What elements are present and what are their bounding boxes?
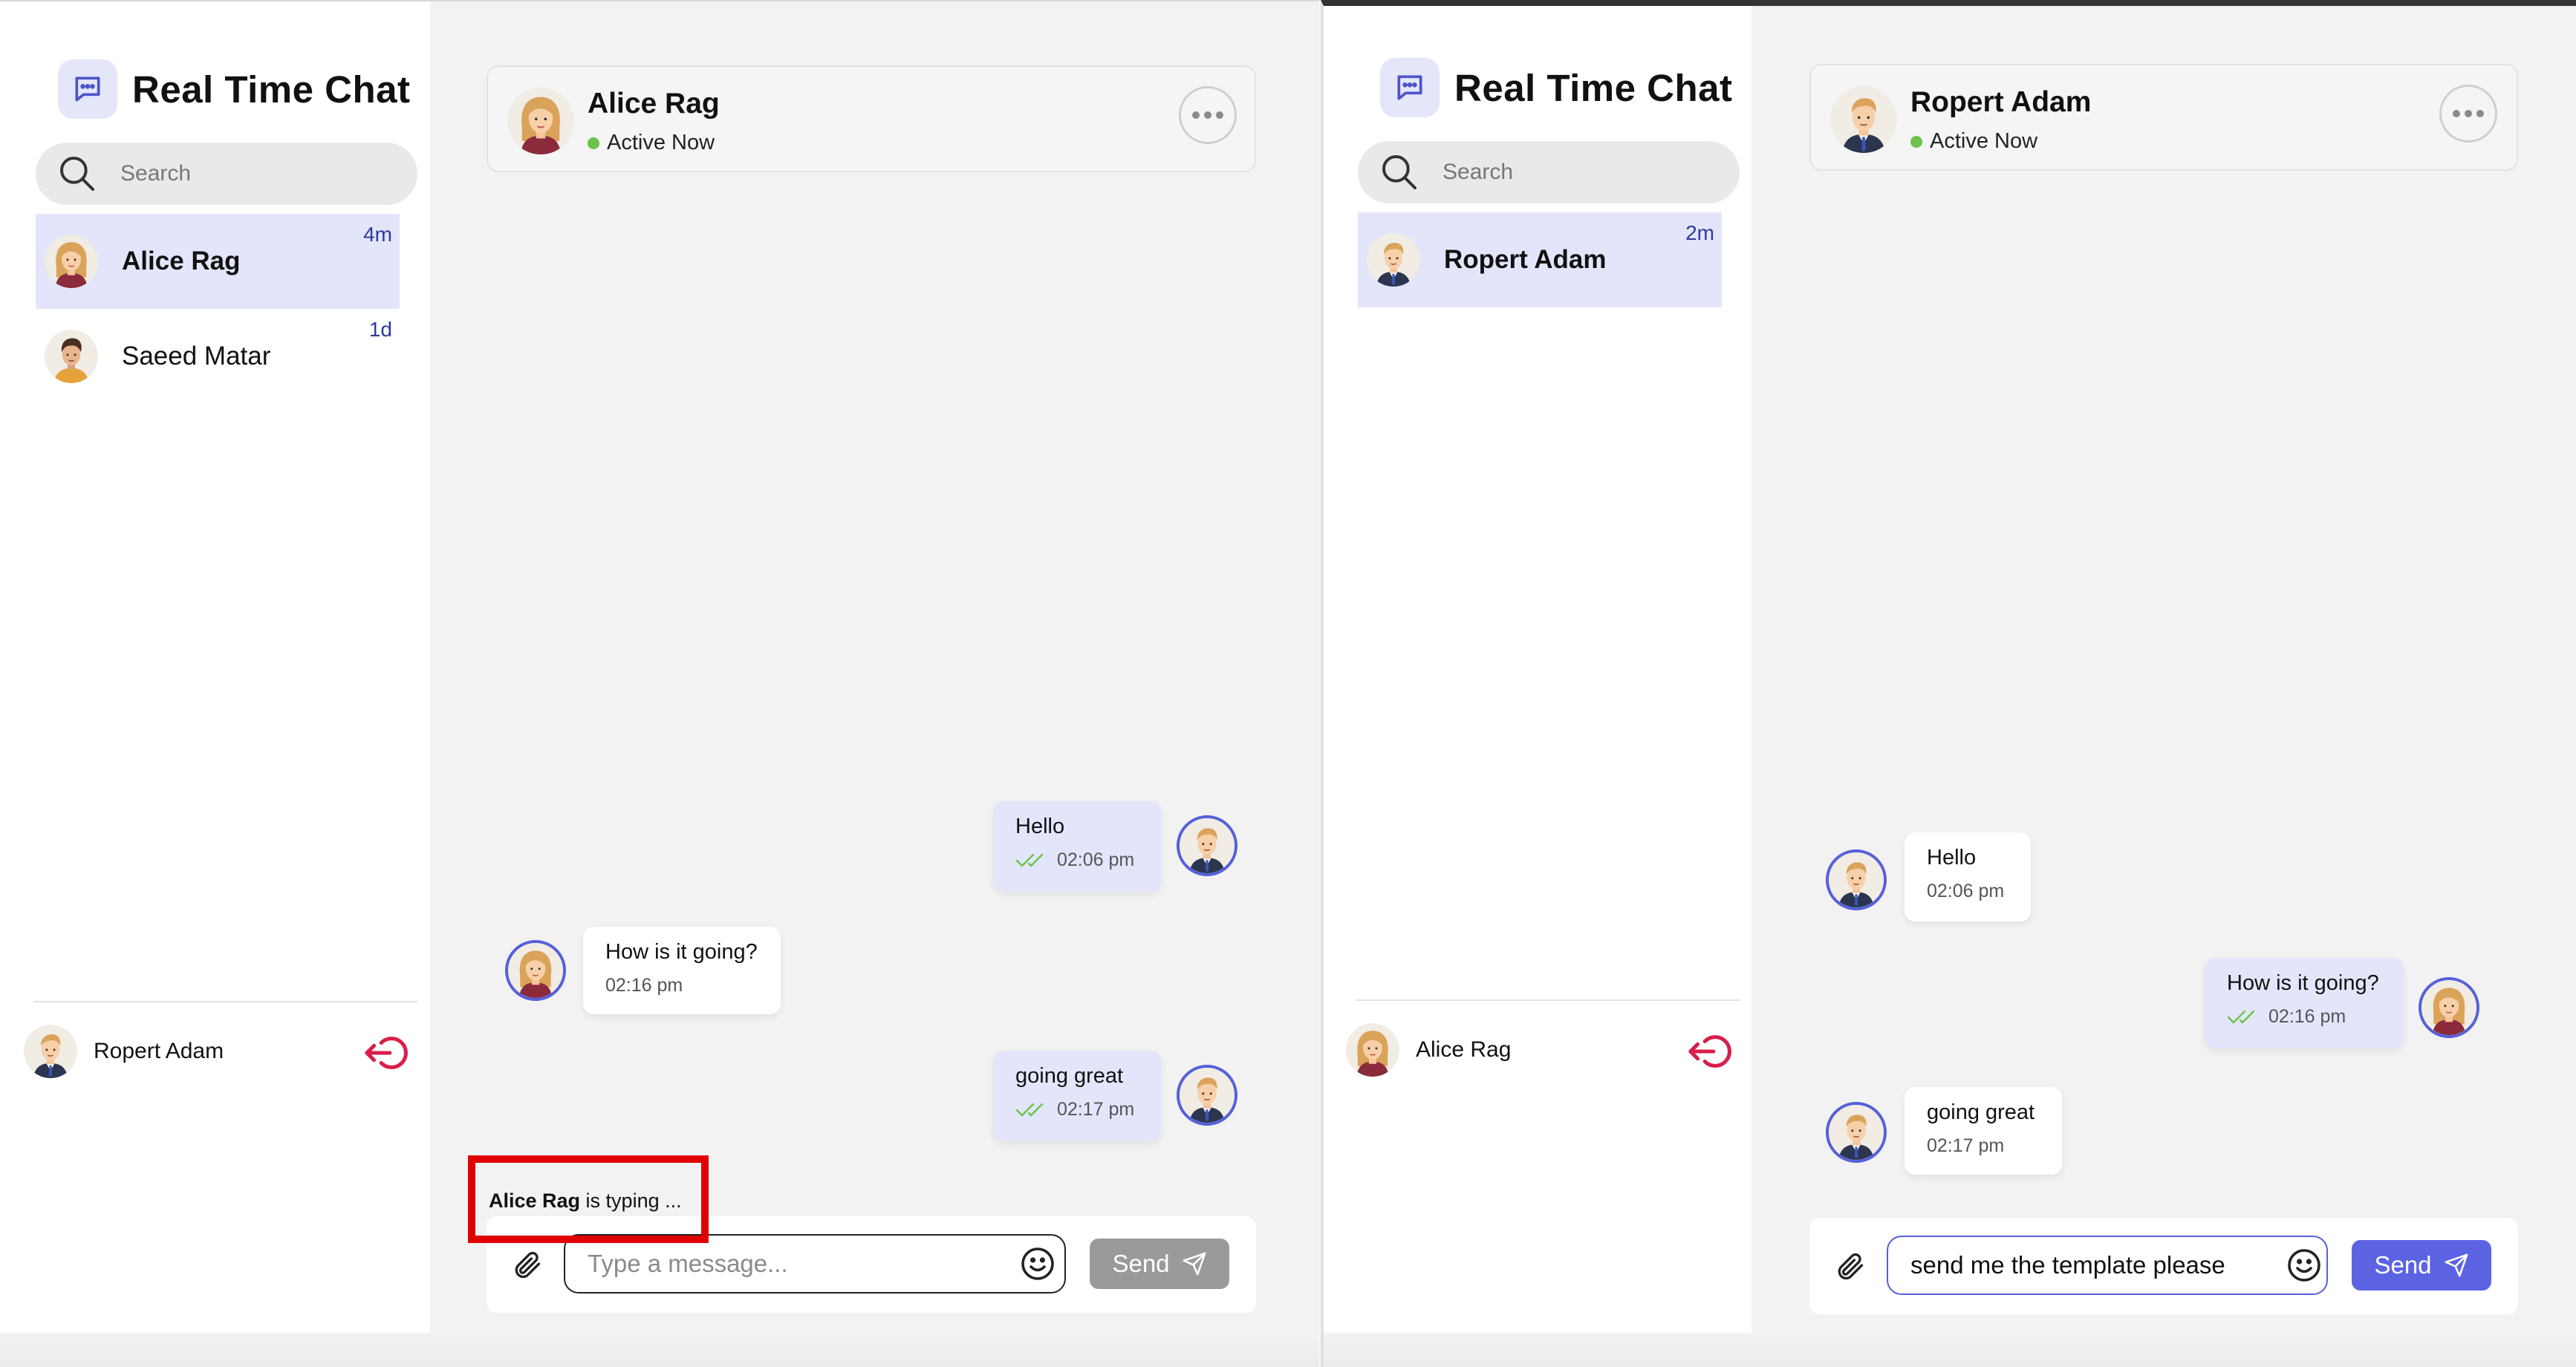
male-suit-avatar [1830,86,1897,153]
message-text: How is it going? [605,940,758,964]
send-label: Send [2374,1251,2432,1279]
presence-status: Active Now [1910,129,2037,154]
message-composer: Send [1809,1218,2518,1314]
message-input[interactable] [1887,1236,2328,1295]
message-bubble-outgoing: How is it going? 02:16 pm [2205,958,2404,1048]
status-text: Active Now [607,131,715,154]
message-bubble-incoming: going great 02:17 pm [1905,1087,2062,1175]
send-label: Send [1112,1250,1170,1277]
female-avatar [2419,977,2479,1038]
more-options-icon[interactable] [2439,85,2497,143]
chat-partner-name: Alice Rag [588,88,720,120]
contact-time: 1d [368,318,392,341]
app-title: Real Time Chat [132,68,411,111]
female-avatar [507,88,574,154]
send-arrow-icon [2445,1253,2468,1277]
contact-name: Saeed Matar [122,342,271,371]
double-check-icon [2227,1010,2255,1024]
message-bubble-incoming: How is it going? 02:16 pm [583,927,781,1014]
typing-user-name: Alice Rag [489,1190,581,1212]
chat-header: Alice Rag Active Now [487,65,1256,172]
chat-bubble-icon [58,59,117,119]
message-time: 02:16 pm [2268,1006,2346,1027]
contact-name: Ropert Adam [1444,245,1607,274]
search-input[interactable] [120,161,403,186]
contact-item-saeed-matar[interactable]: Saeed Matar 1d [36,309,400,404]
app-title: Real Time Chat [1454,66,1733,109]
presence-status: Active Now [588,131,715,155]
male-suit-avatar [24,1025,77,1078]
divider [1356,999,1740,1001]
divider [34,1001,417,1002]
male-avatar [45,330,98,383]
search-icon [1382,155,1417,189]
contact-time: 4m [363,223,392,246]
chat-bubble-icon [1380,58,1440,117]
current-user: Ropert Adam [24,1025,224,1078]
paperclip-icon[interactable] [510,1247,543,1282]
current-user-name: Ropert Adam [94,1039,224,1063]
window-bottom-edge [0,1333,1319,1367]
chat-panel: Ropert Adam Active Now Hello 02:06 pm Ho… [1752,6,2576,1367]
send-button[interactable]: Send [1090,1239,1229,1289]
message-text: How is it going? [2227,971,2379,995]
brand: Real Time Chat [58,59,411,119]
message-bubble-incoming: Hello 02:06 pm [1905,832,2031,921]
status-text: Active Now [1930,129,2038,153]
current-user: Alice Rag [1346,1023,1511,1077]
male-suit-avatar [1826,1102,1887,1163]
logout-icon[interactable] [1688,1031,1734,1072]
message-input[interactable] [564,1234,1066,1293]
typing-indicator: Alice Rag is typing ... [468,1155,709,1243]
male-suit-avatar [1177,1065,1237,1126]
current-user-name: Alice Rag [1416,1037,1512,1062]
message-text: going great [1015,1064,1124,1088]
male-suit-avatar [1826,849,1887,910]
chat-header: Ropert Adam Active Now [1809,64,2518,171]
double-check-icon [1015,853,1044,867]
online-dot-icon [588,137,599,149]
online-dot-icon [1910,135,1922,148]
chat-window-right: Real Time Chat Ropert Adam 2m Alice Rag … [1321,0,2576,1367]
message-time: 02:06 pm [1057,849,1135,870]
double-check-icon [1015,1103,1044,1117]
contact-name: Alice Rag [122,247,241,275]
message-time: 02:06 pm [1927,881,2005,901]
sidebar: Real Time Chat Alice Rag 4m Saeed Matar … [0,1,430,1367]
paperclip-icon[interactable] [1833,1249,1866,1283]
male-suit-avatar [1367,233,1420,287]
message-text: Hello [1015,815,1065,838]
female-avatar [1346,1023,1399,1077]
contact-item-ropert-adam[interactable]: Ropert Adam 2m [1358,212,1722,307]
message-text: going great [1927,1100,2035,1124]
chat-partner-name: Ropert Adam [1910,86,2092,118]
typing-text: is typing ... [580,1190,682,1212]
message-time: 02:16 pm [605,975,683,996]
search-bar[interactable] [1358,141,1740,203]
contact-time: 2m [1685,221,1714,244]
male-suit-avatar [1177,815,1237,876]
chat-window-left: Real Time Chat Alice Rag 4m Saeed Matar … [0,0,1319,1367]
emoji-icon[interactable] [2286,1247,2322,1283]
message-bubble-outgoing: going great 02:17 pm [993,1051,1161,1141]
search-input[interactable] [1443,160,1725,185]
message-time: 02:17 pm [1057,1099,1135,1120]
message-bubble-outgoing: Hello 02:06 pm [993,801,1161,892]
search-icon [60,157,94,191]
brand: Real Time Chat [1380,58,1733,117]
message-text: Hello [1927,846,1977,870]
send-button[interactable]: Send [2352,1240,2491,1291]
female-avatar [505,940,566,1001]
send-arrow-icon [1183,1252,1206,1276]
contact-item-alice-rag[interactable]: Alice Rag 4m [36,214,400,309]
logout-icon[interactable] [364,1032,410,1074]
window-bottom-edge [1324,1333,2576,1367]
message-time: 02:17 pm [1927,1135,2005,1156]
emoji-icon[interactable] [1020,1246,1056,1282]
more-options-icon[interactable] [1179,86,1237,144]
search-bar[interactable] [36,143,417,205]
female-avatar [45,235,98,288]
sidebar: Real Time Chat Ropert Adam 2m Alice Rag [1324,6,1752,1367]
